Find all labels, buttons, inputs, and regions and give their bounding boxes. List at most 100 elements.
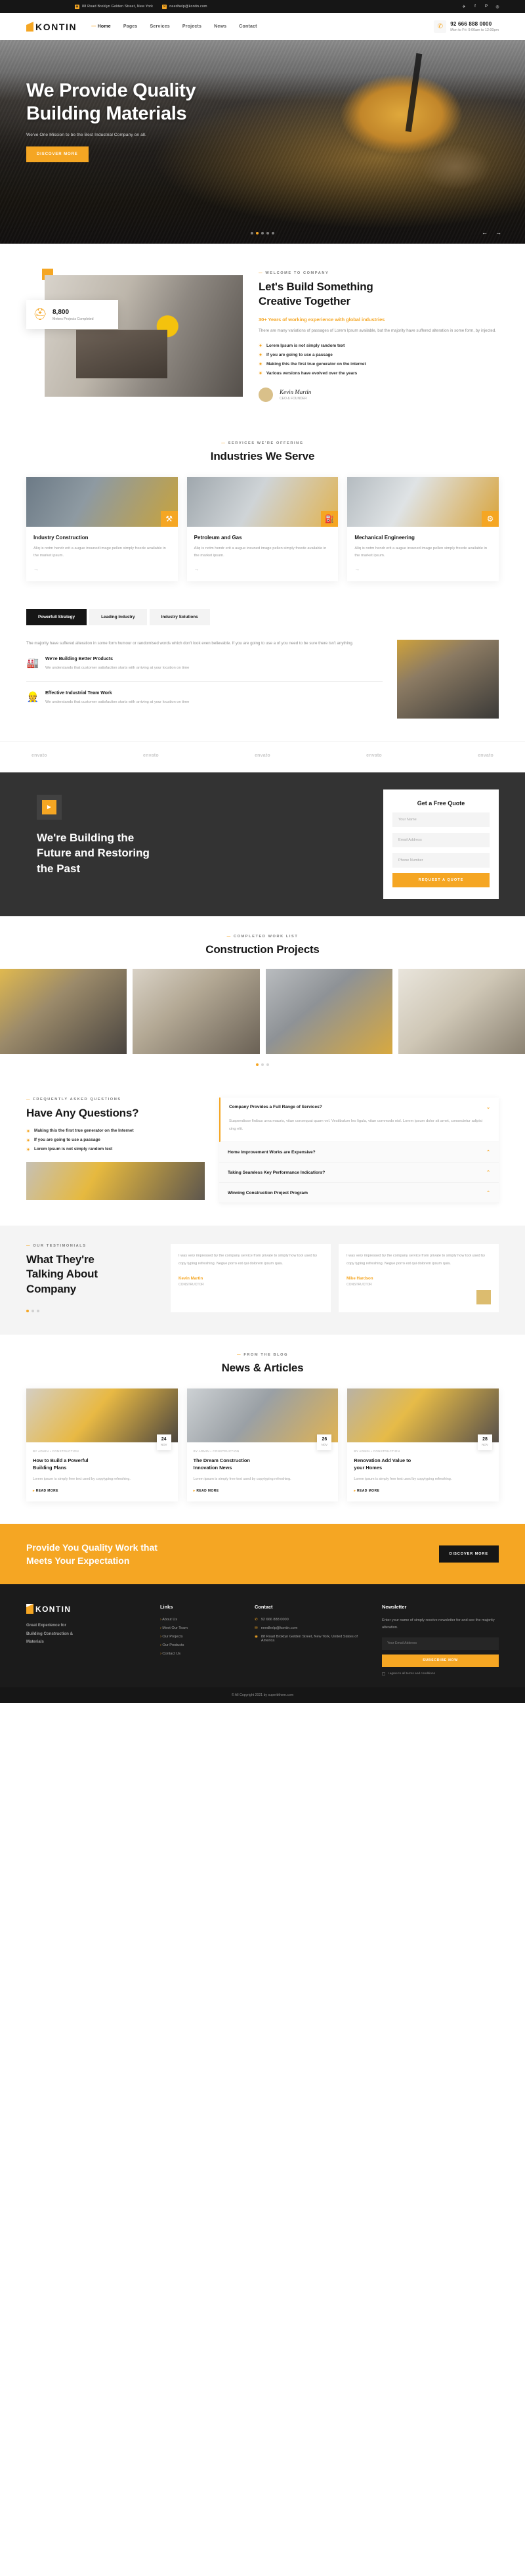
hero-dot-active[interactable] — [256, 232, 259, 234]
accordion-item[interactable]: Taking Seamless Key Performance Indicati… — [219, 1163, 499, 1184]
nav-item-home[interactable]: Home — [91, 24, 111, 29]
tab-industry-solutions[interactable]: Industry Solutions — [149, 608, 210, 625]
accordion-item[interactable]: Winning Construction Project Program ⌃ — [219, 1183, 499, 1204]
address-text: 88 Road Broklyn Golden Street, New York — [82, 5, 154, 9]
footer-links: Links About Us Meet Our Team Our Project… — [160, 1604, 239, 1675]
accordion-header[interactable]: Taking Seamless Key Performance Indicati… — [219, 1163, 499, 1182]
news-card[interactable]: 28 NOV BY ADMIN • CONSTRUCTION Renovatio… — [347, 1388, 499, 1501]
pinterest-icon[interactable]: P — [484, 4, 489, 9]
hero-prev-arrow-icon[interactable]: ← — [482, 229, 488, 236]
feature-item: 👷 Effective Industrial Team Work We unde… — [26, 691, 383, 715]
footer-link[interactable]: Our Projects — [160, 1635, 239, 1639]
testimonials-dots[interactable] — [26, 1309, 158, 1312]
logo[interactable]: KONTIN — [26, 22, 77, 32]
read-more-link[interactable]: READ MORE — [194, 1489, 332, 1493]
stat-card: ⛑ 8,800 Meters Projects Completed — [26, 300, 118, 329]
footer-link[interactable]: About Us — [160, 1618, 239, 1622]
why-image — [397, 639, 499, 719]
list-item: If you are going to use a passage — [26, 1138, 205, 1142]
project-slide[interactable] — [265, 968, 392, 1054]
hero-dot[interactable] — [251, 232, 253, 234]
news-date-badge: 26 NOV — [317, 1434, 332, 1450]
hero-next-arrow-icon[interactable]: → — [495, 229, 501, 236]
footer-newsletter: Newsletter Enter your name of simply rec… — [382, 1604, 499, 1676]
nav-item-news[interactable]: News — [214, 24, 226, 29]
projects-dot-active[interactable] — [256, 1063, 259, 1066]
arrow-right-icon[interactable]: → — [33, 566, 171, 572]
play-button[interactable]: ▶ — [37, 794, 62, 820]
top-bar-info: ◉ 88 Road Broklyn Golden Street, New Yor… — [75, 4, 207, 9]
accordion-header[interactable]: Company Provides a Full Range of Service… — [220, 1098, 499, 1117]
accordion-header[interactable]: Home Improvement Works are Expensive? ⌃ — [219, 1142, 499, 1162]
footer-link[interactable]: Meet Our Team — [160, 1626, 239, 1630]
hero-dot[interactable] — [272, 232, 274, 234]
news-card[interactable]: 26 NOV BY ADMIN • CONSTRUCTION The Dream… — [186, 1388, 339, 1501]
industry-card[interactable]: ⚙ Mechanical Engineering Aliq is notm he… — [347, 476, 499, 581]
contact-email[interactable]: ✉ needhelp@kontin.com — [255, 1626, 366, 1630]
hero-dot[interactable] — [266, 232, 269, 234]
accordion-item[interactable]: Home Improvement Works are Expensive? ⌃ — [219, 1142, 499, 1163]
industry-card[interactable]: ⛽ Petroleum and Gas Aliq is notm hendr e… — [186, 476, 339, 581]
testimonial-role: CONSTRUCTOR — [346, 1282, 372, 1287]
projects-dot[interactable] — [261, 1063, 264, 1066]
instagram-icon[interactable]: ◎ — [495, 4, 500, 9]
discover-more-button[interactable]: DISCOVER MORE — [438, 1545, 499, 1563]
header-phone[interactable]: ✆ 92 666 888 0000 Mon to Fri: 9:00am to … — [434, 20, 499, 33]
building-icon — [26, 1604, 33, 1614]
email-field[interactable]: Email Address — [392, 832, 490, 847]
news-title-line2: Innovation News — [193, 1464, 232, 1471]
projects-carousel-dots[interactable] — [0, 1063, 525, 1066]
chevron-down-icon[interactable]: ⌄ — [486, 1105, 490, 1110]
list-item: Making this the first true generator on … — [26, 1128, 205, 1133]
read-more-link[interactable]: READ MORE — [33, 1489, 171, 1493]
read-more-link[interactable]: READ MORE — [354, 1489, 492, 1493]
chevron-up-icon[interactable]: ⌃ — [486, 1149, 490, 1155]
hero-dot[interactable] — [261, 232, 264, 234]
footer-link[interactable]: Our Products — [160, 1643, 239, 1647]
nav-item-projects[interactable]: Projects — [182, 24, 201, 29]
project-slide[interactable] — [133, 968, 260, 1054]
facebook-icon[interactable]: f — [472, 4, 478, 9]
nav-item-services[interactable]: Services — [150, 24, 170, 29]
industry-card[interactable]: ⚒ Industry Construction Aliq is notm hen… — [26, 476, 178, 581]
testimonial-text: I was very impressed by the company serv… — [178, 1254, 318, 1266]
name-field[interactable]: Your Name — [392, 812, 490, 827]
testimonials-dot-active[interactable] — [26, 1309, 29, 1312]
address-item: ◉ 88 Road Broklyn Golden Street, New Yor… — [75, 4, 154, 9]
accordion-header[interactable]: Winning Construction Project Program ⌃ — [219, 1183, 499, 1203]
arrow-right-icon[interactable]: → — [354, 566, 492, 572]
news-month: NOV — [321, 1442, 328, 1446]
list-item: If you are going to use a passage — [259, 353, 499, 357]
hero-cta-button[interactable]: DISCOVER MORE — [26, 146, 89, 162]
email-item[interactable]: ✉ needhelp@kontin.com — [162, 4, 207, 9]
nav-item-pages[interactable]: Pages — [123, 24, 138, 29]
request-quote-button[interactable]: REQUEST A QUOTE — [392, 872, 490, 887]
chevron-up-icon[interactable]: ⌃ — [486, 1170, 490, 1175]
newsletter-consent[interactable]: I agree to all terms and conditions — [382, 1672, 499, 1676]
arrow-right-icon[interactable]: → — [194, 566, 331, 572]
project-slide[interactable] — [398, 968, 525, 1054]
newsletter-email-input[interactable]: Your Email Address — [382, 1637, 499, 1650]
hero-subtitle: We've One Mission to be the Best Industr… — [26, 132, 146, 137]
twitter-icon[interactable]: ✈ — [461, 4, 467, 9]
news-card[interactable]: 24 NOV BY ADMIN • CONSTRUCTION How to Bu… — [26, 1388, 178, 1501]
testimonials-dot[interactable] — [32, 1309, 34, 1312]
footer-logo[interactable]: KONTIN — [26, 1604, 144, 1614]
about-image — [45, 275, 243, 397]
projects-dot[interactable] — [266, 1063, 269, 1066]
chevron-up-icon[interactable]: ⌃ — [486, 1190, 490, 1195]
footer-link[interactable]: Contact Us — [160, 1652, 239, 1656]
phone-field[interactable]: Phone Number — [392, 853, 490, 868]
testimonials-dot[interactable] — [37, 1309, 39, 1312]
project-slide[interactable] — [0, 968, 127, 1054]
card-image: ⛽ — [186, 476, 339, 527]
hero-carousel-dots[interactable] — [251, 232, 274, 234]
newsletter-subscribe-button[interactable]: SUBSCRIBE NOW — [382, 1654, 499, 1667]
tab-powerfull-strategy[interactable]: Powerfull Strategy — [26, 608, 87, 625]
nav-item-contact[interactable]: Contact — [239, 24, 257, 29]
tab-leading-industry[interactable]: Leading Industry — [89, 608, 147, 625]
accordion-item[interactable]: Company Provides a Full Range of Service… — [219, 1097, 499, 1143]
contact-phone[interactable]: ✆ 92 666 888 0000 — [255, 1618, 366, 1622]
checkbox-icon[interactable] — [382, 1672, 385, 1676]
feature-text: We understands that customer satisfactio… — [45, 700, 190, 705]
